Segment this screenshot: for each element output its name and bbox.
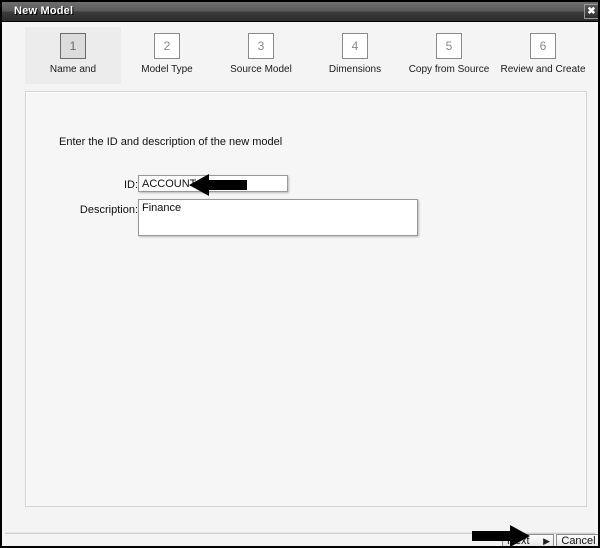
step-number-box: 1 <box>60 33 86 59</box>
instruction-text: Enter the ID and description of the new … <box>59 136 283 148</box>
id-input[interactable] <box>138 175 288 192</box>
wizard-step-6[interactable]: 6 Review and Create <box>495 27 591 84</box>
id-field-label: ID: <box>123 179 138 191</box>
window-title: New Model <box>14 5 74 17</box>
close-icon[interactable]: ✖ <box>584 4 598 19</box>
description-field-label: Description: <box>79 204 138 216</box>
wizard-content-panel: Enter the ID and description of the new … <box>25 91 587 507</box>
step-number-box: 4 <box>342 33 368 59</box>
wizard-step-5[interactable]: 5 Copy from Source <box>401 27 497 84</box>
wizard-step-4[interactable]: 4 Dimensions <box>307 27 403 84</box>
step-number-box: 5 <box>436 33 462 59</box>
wizard-step-bar: 1 Name and 2 Model Type 3 Source Model 4… <box>2 23 598 88</box>
step-label: Dimensions <box>328 64 382 75</box>
step-number-box: 3 <box>248 33 274 59</box>
description-input[interactable] <box>138 199 418 236</box>
step-label: Name and <box>49 64 97 75</box>
step-number-box: 6 <box>530 33 556 59</box>
step-label: Model Type <box>141 64 193 75</box>
title-bar: New Model ✖ <box>2 2 598 22</box>
next-button[interactable]: Next ▶ <box>502 534 554 547</box>
wizard-step-3[interactable]: 3 Source Model <box>213 27 309 84</box>
wizard-step-1[interactable]: 1 Name and <box>25 27 121 84</box>
step-label: Review and Create <box>500 64 586 75</box>
step-label: Source Model <box>230 64 292 75</box>
dialog-footer: Next ▶ Cancel <box>2 533 598 547</box>
wizard-step-2[interactable]: 2 Model Type <box>119 27 215 84</box>
new-model-dialog: New Model ✖ 1 Name and 2 Model Type 3 So… <box>0 0 600 548</box>
next-button-label: Next <box>507 535 530 547</box>
step-number-box: 2 <box>154 33 180 59</box>
cancel-button[interactable]: Cancel <box>556 534 598 546</box>
step-label: Copy from Source <box>408 64 490 75</box>
chevron-right-icon: ▶ <box>543 536 550 546</box>
